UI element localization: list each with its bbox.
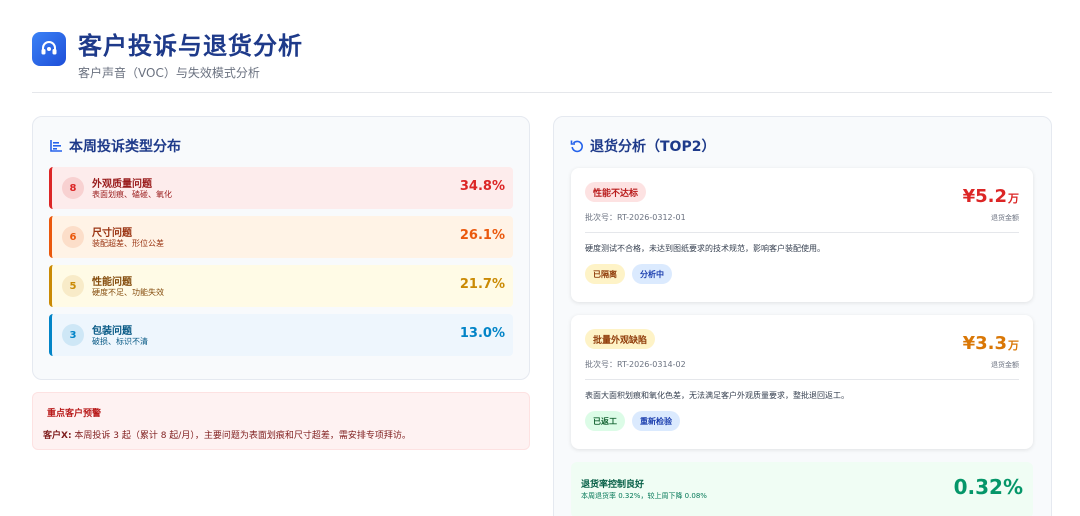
- complaint-desc: 装配超差、形位公差: [92, 239, 164, 248]
- complaint-item-performance[interactable]: 5 性能问题 硬度不足、功能失效 21.7%: [49, 265, 513, 307]
- return-panel-title: 退货分析（TOP2）: [570, 136, 715, 156]
- complaint-percent: 26.1%: [459, 228, 505, 243]
- return-card-performance[interactable]: 性能不达标 批次号：RT-2026-0312-01 ¥5.2万 退货金额 硬度测…: [571, 168, 1033, 302]
- complaint-item-packaging[interactable]: 3 包装问题 破损、标识不清 13.0%: [49, 314, 513, 356]
- complaint-name: 性能问题: [92, 277, 132, 288]
- page-header: 客户投诉与退货分析 客户声音（VOC）与失效模式分析: [32, 24, 1052, 93]
- warning-customer: 客户X:: [43, 431, 72, 441]
- complaint-name: 尺寸问题: [92, 228, 132, 239]
- card-divider: [585, 232, 1019, 233]
- complaint-panel-title: 本周投诉类型分布: [49, 136, 181, 156]
- return-amount-unit: 万: [1008, 339, 1019, 352]
- card-divider: [585, 379, 1019, 380]
- bar-chart-icon: [50, 140, 62, 152]
- complaint-desc: 表面划痕、磕碰、氧化: [92, 190, 172, 199]
- complaint-percent: 21.7%: [459, 277, 505, 292]
- warning-title: 重点客户预警: [47, 409, 102, 419]
- return-description: 硬度测试不合格，未达到图纸要求的技术规范，影响客户装配使用。: [585, 244, 825, 253]
- return-rate-value: 0.32%: [953, 475, 1023, 499]
- complaint-desc: 硬度不足、功能失效: [92, 288, 164, 297]
- status-tag-reinspect[interactable]: 重新检验: [632, 411, 680, 431]
- complaint-count: 6: [62, 226, 84, 248]
- return-card-appearance[interactable]: 批量外观缺陷 批次号：RT-2026-0314-02 ¥3.3万 退货金额 表面…: [571, 315, 1033, 449]
- warning-text: 客户X: 本周投诉 3 起（累计 8 起/月），主要问题为表面划痕和尺寸超差，需…: [43, 428, 411, 441]
- complaint-name: 外观质量问题: [92, 179, 152, 190]
- headset-icon: [32, 32, 66, 66]
- return-amount: ¥5.2万: [963, 186, 1019, 207]
- complaint-item-appearance[interactable]: 8 外观质量问题 表面划痕、磕碰、氧化 34.8%: [49, 167, 513, 209]
- complaint-item-dimension[interactable]: 6 尺寸问题 装配超差、形位公差 26.1%: [49, 216, 513, 258]
- return-rate-summary: 退货率控制良好 本周退货率 0.32%，较上周下降 0.08% 0.32%: [571, 462, 1033, 516]
- return-type-badge: 批量外观缺陷: [585, 329, 656, 349]
- return-amount-value: ¥5.2: [962, 186, 1007, 207]
- return-description: 表面大面积划痕和氧化色差，无法满足客户外观质量要求，整批退回返工。: [585, 391, 849, 400]
- page-title: 客户投诉与退货分析: [78, 32, 303, 60]
- complaint-count: 3: [62, 324, 84, 346]
- return-analysis-panel: 退货分析（TOP2） 性能不达标 批次号：RT-2026-0312-01 ¥5.…: [553, 116, 1052, 516]
- complaint-percent: 13.0%: [459, 326, 505, 341]
- summary-title: 退货率控制良好: [581, 480, 645, 490]
- key-customer-warning: 重点客户预警 客户X: 本周投诉 3 起（累计 8 起/月），主要问题为表面划痕…: [32, 392, 530, 450]
- summary-desc: 本周退货率 0.32%，较上周下降 0.08%: [581, 492, 707, 500]
- batch-number: 批次号：RT-2026-0314-02: [585, 360, 686, 369]
- return-type-badge: 性能不达标: [585, 182, 647, 202]
- complaint-desc: 破损、标识不清: [92, 337, 148, 346]
- return-amount-label: 退货金额: [991, 361, 1019, 369]
- return-amount-label: 退货金额: [991, 214, 1019, 222]
- return-amount-value: ¥3.3: [962, 333, 1007, 354]
- complaint-percent: 34.8%: [459, 179, 505, 194]
- warning-body: 本周投诉 3 起（累计 8 起/月），主要问题为表面划痕和尺寸超差，需安排专项拜…: [71, 431, 411, 441]
- return-amount-unit: 万: [1008, 192, 1019, 205]
- batch-number: 批次号：RT-2026-0312-01: [585, 213, 686, 222]
- status-tag-analyzing[interactable]: 分析中: [632, 264, 672, 284]
- complaint-distribution-panel: 本周投诉类型分布 8 外观质量问题 表面划痕、磕碰、氧化 34.8% 6 尺寸问…: [32, 116, 530, 380]
- page-subtitle: 客户声音（VOC）与失效模式分析: [78, 66, 260, 80]
- return-amount: ¥3.3万: [963, 333, 1019, 354]
- status-tag-reworked[interactable]: 已返工: [585, 411, 625, 431]
- complaint-name: 包装问题: [92, 326, 132, 337]
- refresh-icon: [570, 140, 583, 153]
- complaint-count: 5: [62, 275, 84, 297]
- complaint-panel-title-text: 本周投诉类型分布: [69, 139, 181, 155]
- status-tag-isolated[interactable]: 已隔离: [585, 264, 625, 284]
- return-panel-title-text: 退货分析（TOP2）: [590, 139, 716, 155]
- complaint-count: 8: [62, 177, 84, 199]
